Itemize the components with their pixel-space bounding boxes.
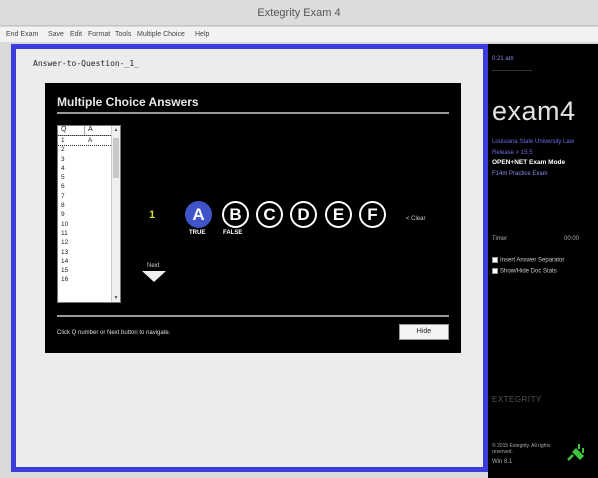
question-number: 5 <box>61 174 65 182</box>
question-number: 2 <box>61 146 65 154</box>
question-answer <box>85 257 112 266</box>
question-answer <box>85 192 112 201</box>
timer-value: 00:00 <box>564 236 580 242</box>
question-number: 10 <box>61 220 69 228</box>
mc-panel-title: Multiple Choice Answers <box>57 95 199 109</box>
timer-label: Timer <box>492 236 508 242</box>
answer-column-header: A <box>85 126 112 135</box>
hide-button[interactable]: Hide <box>399 324 449 340</box>
question-number: 3 <box>61 155 65 163</box>
navigation-hint: Click Q number or Next button to navigat… <box>57 330 171 336</box>
scroll-down-icon[interactable]: ▼ <box>112 295 120 301</box>
question-number: 1 <box>61 137 65 144</box>
mc-divider-top <box>57 112 449 114</box>
question-number: 12 <box>61 239 69 247</box>
question-number: 4 <box>61 164 65 172</box>
menu-format[interactable]: Format <box>88 31 110 38</box>
scroll-thumb[interactable] <box>113 138 119 178</box>
clear-button[interactable]: < Clear <box>406 216 426 222</box>
menu-end-exam[interactable]: End Exam <box>6 31 38 38</box>
exam4-logo: exam4 <box>492 96 576 126</box>
question-answer <box>85 229 112 238</box>
exam-name: F14m Practice Exam <box>492 171 548 177</box>
question-answer <box>85 248 112 257</box>
menu-save[interactable]: Save <box>48 31 64 38</box>
multiple-choice-panel: Multiple Choice Answers Q A 1 A 2 3 4 5 6 7 8 9 10… <box>45 83 461 353</box>
exam-sidebar: 0:21 am exam4 Louisiana State University… <box>488 44 598 478</box>
show-hide-doc-stats-checkbox[interactable]: Show/Hide Doc Stats <box>492 268 557 275</box>
question-number: 16 <box>61 276 69 284</box>
clock-time: 0:21 am <box>492 56 514 62</box>
question-answer <box>85 220 112 229</box>
answer-header-text: Answer-to-Question-_1_ <box>33 59 139 68</box>
question-answer <box>85 182 112 191</box>
choice-e-button[interactable]: E <box>325 201 352 228</box>
question-answer <box>85 266 112 275</box>
question-answer <box>85 201 112 210</box>
power-plug-icon <box>567 444 584 461</box>
question-answer <box>85 173 112 182</box>
windows-version: Win 8.1 <box>492 459 513 465</box>
false-label: FALSE <box>223 230 243 236</box>
question-number: 9 <box>61 211 65 219</box>
question-answer: A <box>88 137 93 144</box>
choice-a-button[interactable]: A <box>185 201 212 228</box>
checkbox-icon[interactable] <box>492 268 498 274</box>
question-answer <box>85 275 112 284</box>
menu-bar: End Exam Save Edit Format Tools Multiple… <box>0 27 598 42</box>
insert-answer-separator-checkbox[interactable]: Insert Answer Separator <box>492 257 564 264</box>
copyright-text: © 2015 Extegrity. All rights reserved. <box>492 443 551 455</box>
question-answer <box>85 155 112 164</box>
menu-multiple-choice[interactable]: Multiple Choice <box>137 31 185 38</box>
menu-tools[interactable]: Tools <box>115 31 131 38</box>
question-number: 15 <box>61 267 69 275</box>
time-underline <box>492 70 532 71</box>
exam-mode: OPEN+NET Exam Mode <box>492 159 566 166</box>
menu-help[interactable]: Help <box>195 31 209 38</box>
true-label: TRUE <box>189 230 206 236</box>
next-arrow-icon[interactable] <box>142 271 166 282</box>
question-answer <box>85 145 112 154</box>
question-number: 11 <box>61 229 68 237</box>
question-number: 6 <box>61 183 65 191</box>
extegrity-brand: EXTEGRITY <box>492 395 542 404</box>
choice-d-button[interactable]: D <box>290 201 317 228</box>
scroll-up-icon[interactable]: ▲ <box>112 127 120 133</box>
question-answer <box>85 238 112 247</box>
question-number: 8 <box>61 202 65 210</box>
choice-f-button[interactable]: F <box>359 201 386 228</box>
question-column-header: Q <box>58 126 85 135</box>
question-list-scrollbar[interactable]: ▲ ▼ <box>111 126 120 302</box>
mc-divider-bottom <box>57 315 449 317</box>
current-question-number: 1 <box>149 209 156 221</box>
menu-edit[interactable]: Edit <box>70 31 82 38</box>
question-number: 14 <box>61 257 69 265</box>
insert-answer-separator-label: Insert Answer Separator <box>500 257 565 264</box>
next-label[interactable]: Next <box>147 263 159 269</box>
question-answer <box>85 210 112 219</box>
exam-editor[interactable]: Answer-to-Question-_1_ Multiple Choice A… <box>11 44 488 472</box>
question-answer <box>85 164 112 173</box>
school-name: Louisiana State University Law <box>492 139 575 145</box>
release-version: Release > 15.5 <box>492 150 533 156</box>
checkbox-icon[interactable] <box>492 257 498 263</box>
choice-b-button[interactable]: B <box>222 201 249 228</box>
choice-c-button[interactable]: C <box>256 201 283 228</box>
question-number: 7 <box>61 192 65 200</box>
question-list[interactable]: Q A 1 A 2 3 4 5 6 7 8 9 10 11 12 13 14 15 16 ▲ ▼ <box>57 125 121 303</box>
show-hide-doc-stats-label: Show/Hide Doc Stats <box>500 268 557 275</box>
question-number: 13 <box>61 248 69 256</box>
window-title: Extegrity Exam 4 <box>257 7 341 19</box>
title-bar: Extegrity Exam 4 <box>0 0 598 26</box>
